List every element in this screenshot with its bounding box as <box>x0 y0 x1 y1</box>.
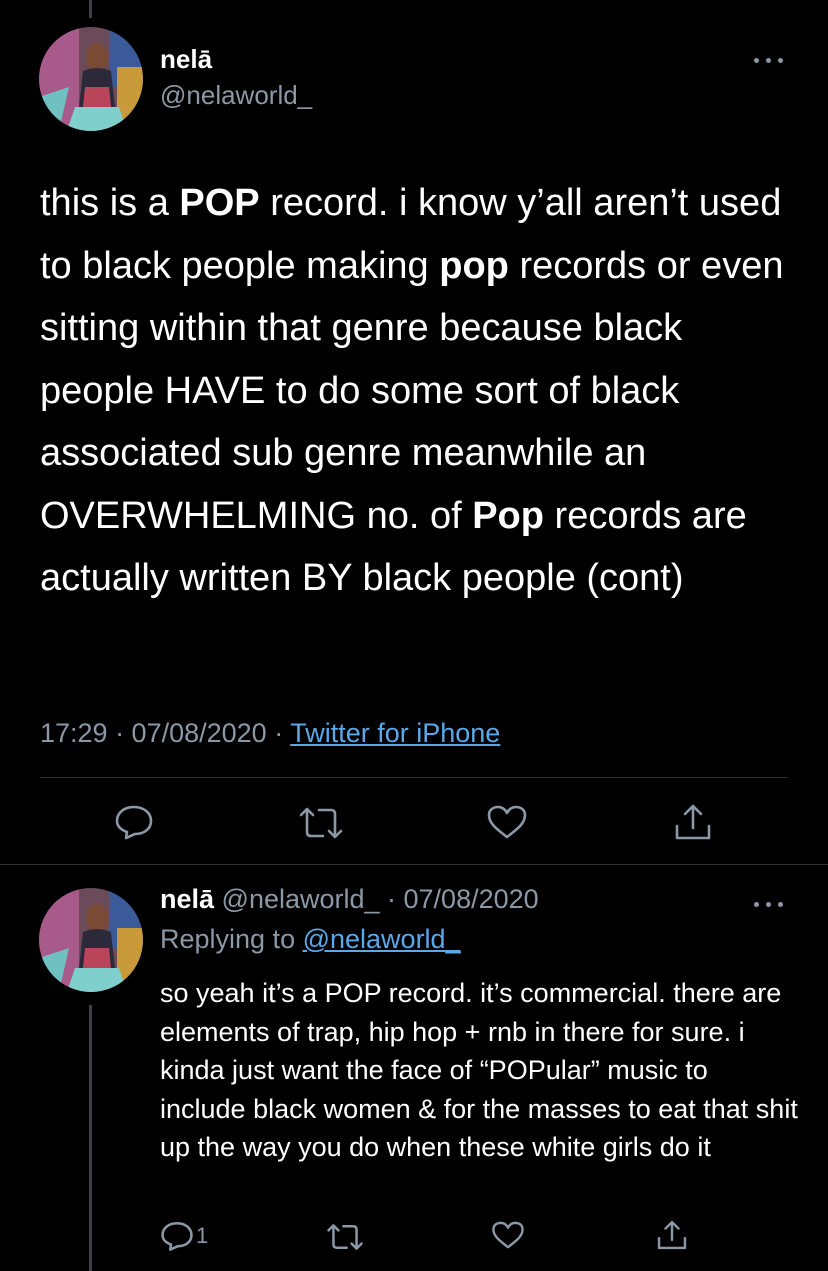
thread-connector <box>89 1005 92 1271</box>
divider <box>40 777 788 778</box>
author-handle[interactable]: @nelaworld_ <box>160 80 312 111</box>
share-button[interactable] <box>655 1218 689 1252</box>
like-icon <box>492 1221 524 1249</box>
retweet-button[interactable] <box>326 1222 364 1252</box>
reply-count: 1 <box>196 1223 209 1248</box>
tweet-meta: 17:29 · 07/08/2020 · Twitter for iPhone <box>40 718 500 749</box>
tweet-text: this is a POP record. i know y’all aren’… <box>40 172 800 610</box>
more-options-icon[interactable] <box>754 898 784 910</box>
like-button[interactable] <box>491 1220 525 1250</box>
reply-button[interactable] <box>114 804 154 840</box>
avatar-photo <box>39 888 143 992</box>
more-options-icon[interactable] <box>754 54 784 66</box>
share-icon <box>657 1220 687 1250</box>
reply-button[interactable]: 1 <box>160 1220 208 1252</box>
retweet-icon <box>327 1224 363 1250</box>
reply-header: nelā @nelaworld_ · 07/08/2020 <box>160 884 539 915</box>
avatar[interactable] <box>39 27 143 131</box>
share-icon <box>675 804 711 840</box>
retweet-button[interactable] <box>298 806 344 840</box>
author-name[interactable]: nelā <box>160 44 212 75</box>
tweet-text-run: records or even sitting within that genr… <box>40 244 784 537</box>
like-icon <box>487 805 527 839</box>
reply-icon <box>161 1221 193 1251</box>
tweet-text-bold: Pop <box>472 494 544 537</box>
replying-to-handle-link[interactable]: @nelaworld_ <box>303 924 461 954</box>
reply-icon <box>115 805 153 840</box>
replying-to-label: Replying to <box>160 924 303 954</box>
divider <box>0 864 828 865</box>
replying-to: Replying to @nelaworld_ <box>160 924 461 955</box>
reply-text: so yeah it’s a POP record. it’s commerci… <box>160 978 798 1162</box>
reply-author-handle[interactable]: @nelaworld_ <box>214 884 380 914</box>
tweet-text-bold: POP <box>179 182 260 224</box>
share-button[interactable] <box>672 802 714 842</box>
like-button[interactable] <box>486 804 528 840</box>
tweet-source-link[interactable]: Twitter for iPhone <box>290 718 500 748</box>
tweet-timestamp: 17:29 · 07/08/2020 · <box>40 718 291 748</box>
avatar-photo <box>39 27 143 131</box>
reply-date: · 07/08/2020 <box>379 884 539 914</box>
reply-author-name[interactable]: nelā <box>160 884 214 914</box>
thread-connector-top <box>89 0 92 18</box>
tweet-text-run: this is a <box>40 182 180 224</box>
tweet-text-bold: pop <box>439 244 509 287</box>
reply-avatar[interactable] <box>39 888 143 992</box>
retweet-icon <box>299 807 343 839</box>
